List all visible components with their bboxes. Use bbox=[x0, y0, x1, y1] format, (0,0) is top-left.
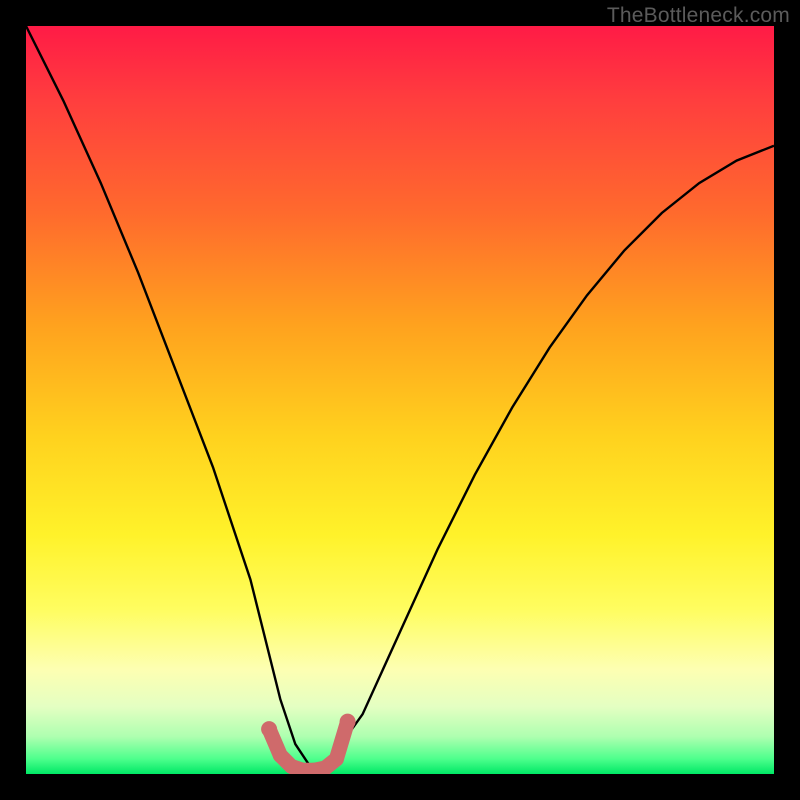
bottom-indicator bbox=[261, 714, 356, 774]
bottom-indicator-dot bbox=[261, 721, 277, 737]
chart-frame bbox=[26, 26, 774, 774]
bottom-indicator-dot bbox=[340, 714, 356, 730]
bottom-indicator-dot bbox=[329, 752, 344, 767]
bottom-indicator-dot bbox=[273, 748, 288, 763]
chart-svg bbox=[26, 26, 774, 774]
watermark-text: TheBottleneck.com bbox=[607, 4, 790, 28]
bottleneck-curve bbox=[26, 26, 774, 767]
